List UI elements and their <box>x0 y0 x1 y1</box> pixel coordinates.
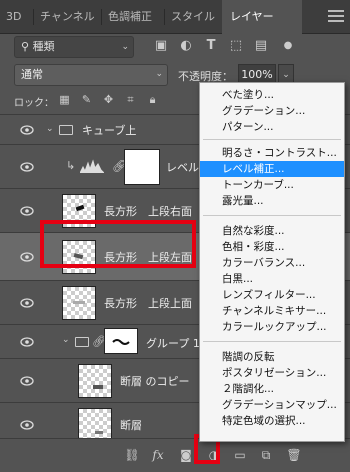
menu-item-color-balance[interactable]: カラーバランス... <box>200 255 344 271</box>
menu-item-vibrance[interactable]: 自然な彩度... <box>200 223 344 239</box>
layer-name: 断層 <box>120 419 142 432</box>
lock-transparency-icon[interactable]: ▦ <box>58 93 71 106</box>
menu-item-curves[interactable]: トーンカーブ... <box>200 177 344 193</box>
adjustment-filter-icon[interactable]: ◐ <box>178 38 194 54</box>
chevron-down-icon: ⌄ <box>121 42 129 52</box>
panel-tab-bar: 3D チャンネル 色調補正 スタイル レイヤー <box>0 0 350 34</box>
menu-item-hue-saturation[interactable]: 色相・彩度... <box>200 239 344 255</box>
lock-position-icon[interactable]: ✥ <box>102 93 115 106</box>
mask-thumbnail[interactable] <box>124 149 160 185</box>
lock-all-icon[interactable]: 🔒︎ <box>146 93 159 106</box>
layer-name: グループ 1 <box>146 337 200 350</box>
histogram-icon <box>79 159 105 174</box>
layer-name: キューブ上 <box>82 124 137 137</box>
type-filter-icon[interactable]: T <box>203 38 219 54</box>
clip-arrow-icon: ↳ <box>66 159 76 172</box>
menu-item-gradient[interactable]: グラデーション... <box>200 103 344 119</box>
tab-adjustments-label: 色調補正 <box>108 10 152 23</box>
chevron-down-icon: ⌄ <box>155 69 163 79</box>
visibility-eye-icon[interactable] <box>20 252 34 262</box>
menu-item-color-lookup[interactable]: カラールックアップ... <box>200 319 344 335</box>
tab-channels-label: チャンネル <box>40 10 95 23</box>
menu-item-photo-filter[interactable]: レンズフィルター... <box>200 287 344 303</box>
menu-item-brightness-contrast[interactable]: 明るさ・コントラスト... <box>200 145 344 161</box>
panel-menu-icon[interactable] <box>328 10 344 22</box>
menu-item-exposure[interactable]: 露光量... <box>200 193 344 209</box>
layer-filter-select[interactable]: ⚲ 種類 ⌄ <box>14 36 134 58</box>
filter-kind-label: 種類 <box>32 40 55 53</box>
search-icon: ⚲ <box>21 40 30 53</box>
blend-mode-select[interactable]: 通常 ⌄ <box>14 64 168 86</box>
tab-styles-label: スタイル <box>171 10 215 23</box>
new-layer-icon[interactable]: ⧉ <box>258 447 274 463</box>
menu-item-posterize[interactable]: ポスタリゼーション... <box>200 365 344 381</box>
tab-layers[interactable]: レイヤー <box>222 0 302 34</box>
visibility-eye-icon[interactable] <box>20 162 34 172</box>
menu-item-invert[interactable]: 階調の反転 <box>200 349 344 365</box>
menu-item-threshold[interactable]: ２階調化... <box>200 381 344 397</box>
blend-mode-value: 通常 <box>21 68 43 81</box>
shape-filter-icon[interactable]: ⬚ <box>228 38 244 54</box>
lock-artboard-icon[interactable]: ⌗ <box>124 93 137 106</box>
visibility-eye-icon[interactable] <box>20 420 34 430</box>
layer-thumbnail[interactable] <box>78 364 112 398</box>
layer-thumbnail[interactable] <box>78 408 112 438</box>
visibility-eye-icon[interactable] <box>20 376 34 386</box>
opacity-value: 100% <box>241 68 273 81</box>
menu-item-gradient-map[interactable]: グラデーションマップ... <box>200 397 344 413</box>
group-mask-thumbnail[interactable] <box>104 328 138 354</box>
link-icon[interactable]: ⛓︎ <box>124 447 140 463</box>
tab-3d-label: 3D <box>6 10 22 23</box>
visibility-eye-icon[interactable] <box>20 125 34 135</box>
visibility-eye-icon[interactable] <box>20 206 34 216</box>
filter-toggle-icon[interactable]: ● <box>280 38 296 54</box>
tab-channels[interactable]: チャンネル <box>40 0 95 34</box>
visibility-eye-icon[interactable] <box>20 337 34 347</box>
layer-name: 断層 のコピー <box>120 375 190 388</box>
folder-icon <box>75 337 89 347</box>
tab-styles[interactable]: スタイル <box>171 0 215 34</box>
tab-3d[interactable]: 3D <box>6 0 21 34</box>
menu-item-channel-mixer[interactable]: チャンネルミキサー... <box>200 303 344 319</box>
tab-adjustments[interactable]: 色調補正 <box>108 0 152 34</box>
annotation-highlight-selected-layer <box>40 220 196 268</box>
layer-thumbnail[interactable] <box>62 286 96 320</box>
folder-icon[interactable]: ▭ <box>232 447 248 463</box>
layers-bottom-bar: ⛓︎ fx ◙ ◑ ▭ ⧉ 🗑︎ <box>0 438 350 472</box>
pixel-filter-icon[interactable]: ▣ <box>153 38 169 54</box>
lock-label: ロック： <box>14 98 54 109</box>
layer-name: 長方形 上段上面 <box>104 297 192 310</box>
smart-object-filter-icon[interactable]: ▤ <box>253 38 269 54</box>
tab-layers-label: レイヤー <box>230 10 274 23</box>
menu-item-levels[interactable]: レベル補正... <box>200 161 344 177</box>
menu-item-pattern[interactable]: パターン... <box>200 119 344 135</box>
menu-item-black-white[interactable]: 白黒... <box>200 271 344 287</box>
fx-icon[interactable]: fx <box>150 447 166 463</box>
expand-arrow-icon[interactable]: ⌄ <box>62 335 70 345</box>
visibility-eye-icon[interactable] <box>20 298 34 308</box>
expand-arrow-icon[interactable]: ⌄ <box>46 124 54 134</box>
layer-name: 長方形 上段右面 <box>104 205 192 218</box>
mask-icon[interactable]: ◙ <box>178 447 194 463</box>
menu-item-selective-color[interactable]: 特定色域の選択... <box>200 413 344 429</box>
menu-item-solid-color[interactable]: べた塗り... <box>200 87 344 103</box>
trash-icon[interactable]: 🗑︎ <box>286 447 302 463</box>
folder-icon <box>59 125 73 135</box>
adjustment-menu: べた塗り... グラデーション... パターン... 明るさ・コントラスト...… <box>199 82 345 442</box>
lock-pixels-icon[interactable]: ✎ <box>80 93 93 106</box>
